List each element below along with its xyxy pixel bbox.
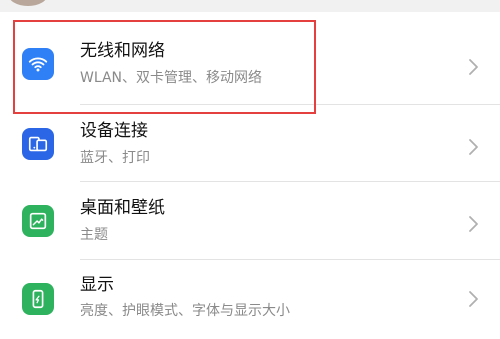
chevron-right-icon <box>469 291 478 307</box>
chevron-right-icon <box>469 59 478 75</box>
setting-item-display[interactable]: 显示 亮度、护眼模式、字体与显示大小 <box>0 259 500 339</box>
setting-item-desktop-wallpaper[interactable]: 桌面和壁纸 主题 <box>0 181 500 261</box>
setting-title: 设备连接 <box>80 121 148 141</box>
chevron-right-icon <box>469 139 478 155</box>
highlight-box <box>13 20 316 114</box>
setting-subtitle: 蓝牙、打印 <box>80 150 150 166</box>
setting-subtitle: 主题 <box>80 227 108 243</box>
setting-title: 显示 <box>80 275 114 295</box>
setting-subtitle: 亮度、护眼模式、字体与显示大小 <box>80 303 290 319</box>
avatar <box>8 0 48 6</box>
setting-title: 桌面和壁纸 <box>80 198 165 218</box>
wallpaper-icon <box>22 205 54 237</box>
display-icon <box>22 283 54 315</box>
setting-item-device-connection[interactable]: 设备连接 蓝牙、打印 <box>0 104 500 184</box>
device-connection-icon <box>22 128 54 160</box>
chevron-right-icon <box>469 216 478 232</box>
top-strip <box>0 0 500 12</box>
